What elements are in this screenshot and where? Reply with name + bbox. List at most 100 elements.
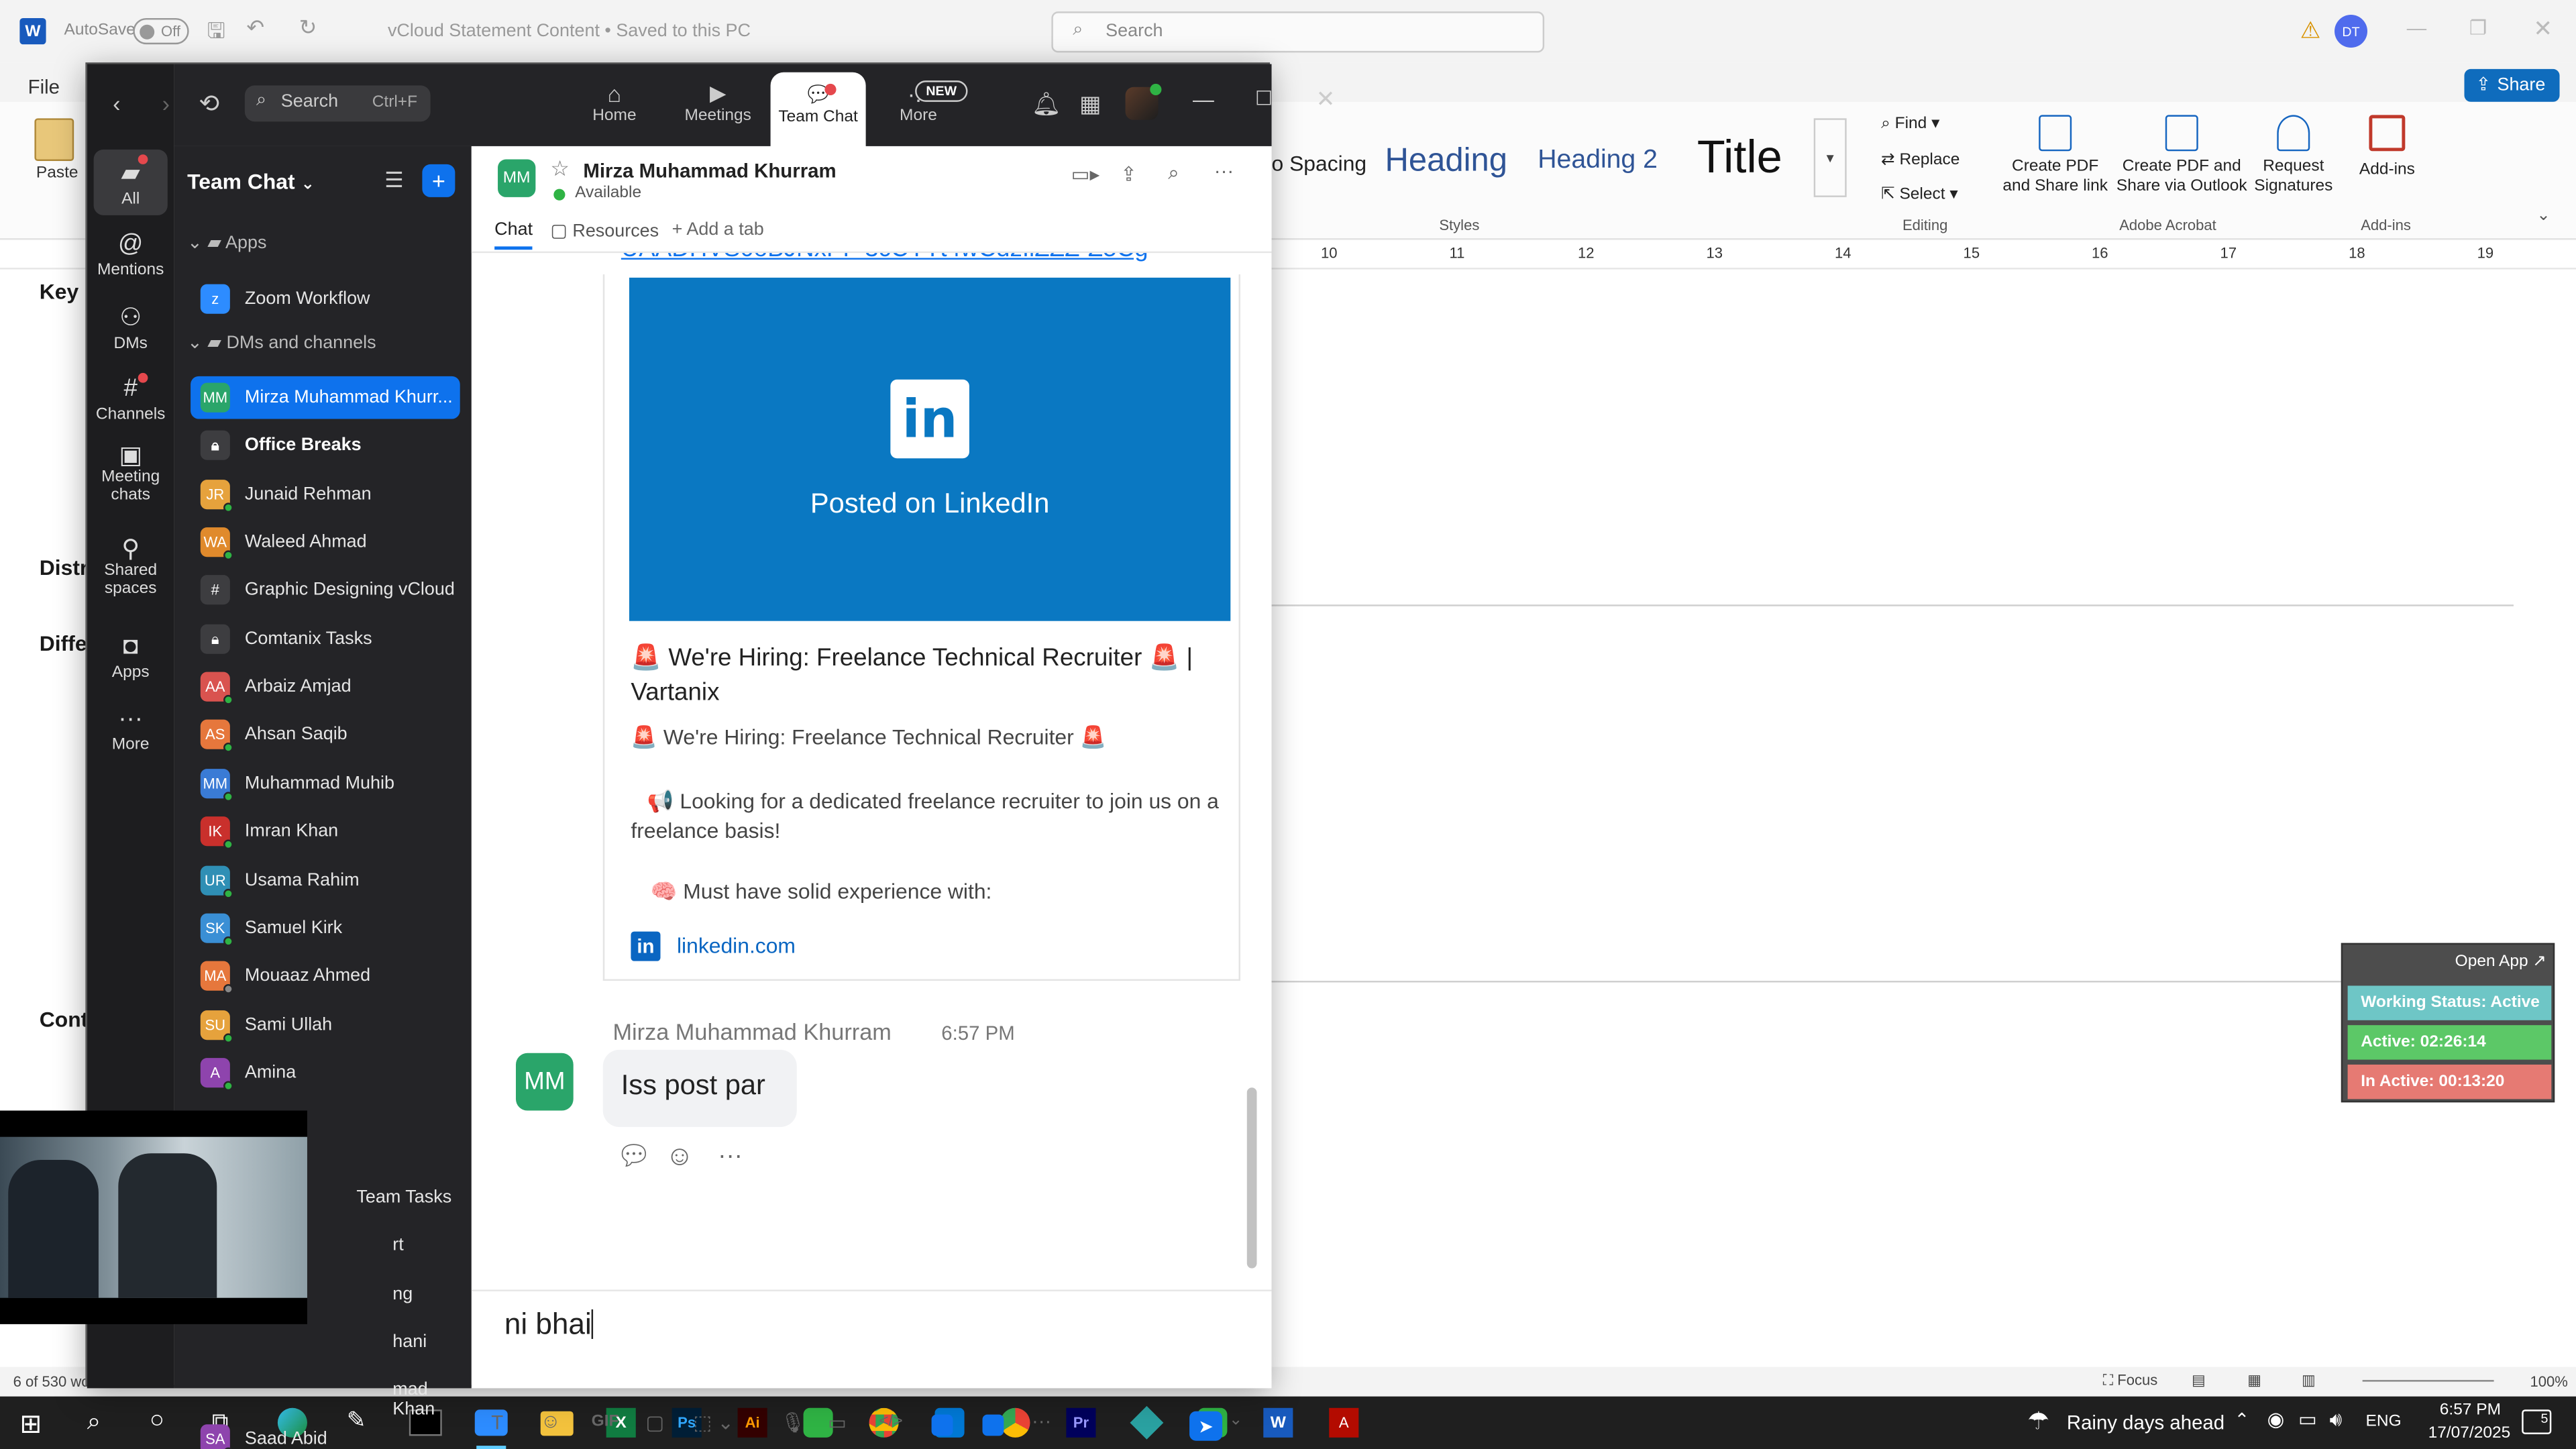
tray-expand-icon[interactable]: ⌃ [2235, 1409, 2250, 1431]
rail-item-mentions[interactable]: @ Mentions [87, 230, 174, 279]
sidebar-item-graphic-designing[interactable]: # Graphic Designing vCloud [191, 568, 460, 611]
word-search-box[interactable]: ⌕ Search [1051, 11, 1545, 53]
history-icon[interactable]: ⟲ [199, 89, 219, 119]
rail-item-shared-spaces[interactable]: ⚲ Shared spaces [87, 537, 174, 598]
taskbar-search-icon[interactable]: ⌕ [87, 1408, 101, 1436]
rail-item-all[interactable]: ▰ All [87, 158, 174, 209]
card-title[interactable]: 🚨 We're Hiring: Freelance Technical Recr… [631, 641, 1230, 710]
weather-icon[interactable]: ☂ [2027, 1406, 2049, 1436]
create-pdf-outlook-button[interactable]: Create PDF and Share via Outlook [2116, 115, 2247, 197]
zoom-slider[interactable] [2362, 1380, 2494, 1382]
maximize-icon[interactable]: ☐ [1255, 87, 1273, 110]
filter-icon[interactable]: ☰ [384, 168, 404, 194]
sidebar-item-muhib[interactable]: MM Muhammad Muhib [191, 762, 460, 805]
message-bubble[interactable]: Iss post par [602, 1049, 797, 1128]
warning-icon[interactable]: ⚠ [2300, 16, 2321, 44]
tab-chat[interactable]: Chat [494, 220, 533, 250]
sidebar-item-partial[interactable]: hani [392, 1332, 427, 1352]
cortana-icon[interactable]: ○ [150, 1406, 164, 1434]
sidebar-item-partial[interactable]: mad Khan [392, 1380, 472, 1419]
message-sender[interactable]: Mirza Muhammad Khurram [612, 1018, 891, 1044]
app-shortcut-icon[interactable] [931, 1414, 953, 1436]
styles-expand-button[interactable]: ▾ [1813, 118, 1847, 197]
calendar-icon[interactable]: ▦ [1079, 91, 1101, 119]
link-preview-card[interactable]: in Posted on LinkedIn 🚨 We're Hiring: Fr… [602, 274, 1240, 981]
minimize-icon[interactable]: — [2407, 16, 2426, 39]
sidebar-item-imran[interactable]: IK Imran Khan [191, 810, 460, 853]
search-icon[interactable]: ⌕ [1168, 161, 1179, 186]
sidebar-item-saad[interactable]: SA Saad Abid [191, 1417, 460, 1449]
clock-time[interactable]: 6:57 PM [2440, 1401, 2501, 1419]
more-tools-icon[interactable]: ··· [1032, 1409, 1051, 1432]
more-options-icon[interactable]: ··· [1214, 160, 1234, 182]
share-button[interactable]: ⇪ Share [2464, 68, 2560, 102]
sidebar-item-sami[interactable]: SU Sami Ullah [191, 1004, 460, 1046]
sidebar-item-usama[interactable]: UR Usama Rahim [191, 859, 460, 902]
undo-icon[interactable]: ↶ [246, 15, 264, 41]
print-layout-icon[interactable]: ▦ [2247, 1372, 2261, 1390]
emoji-icon[interactable]: ☺ [541, 1409, 561, 1432]
windows-start-icon[interactable]: ⊞ [19, 1408, 42, 1441]
find-button[interactable]: ⌕ Find ▾ [1881, 115, 1939, 133]
back-arrow-icon[interactable]: ‹ [103, 91, 129, 117]
user-avatar[interactable]: DT [2334, 15, 2368, 48]
style-heading2[interactable]: Heading 2 [1538, 146, 1658, 176]
clock-date[interactable]: 17/07/2025 [2428, 1424, 2511, 1442]
acrobat-icon[interactable]: A [1329, 1407, 1359, 1438]
section-apps[interactable]: ⌄ ▰ Apps [187, 231, 266, 253]
sidebar-item-comtanix[interactable]: 🔒︎ Comtanix Tasks [191, 618, 460, 661]
share-screen-icon[interactable]: ⇪ [1120, 162, 1137, 185]
reply-thread-icon[interactable]: 💬︎ [616, 1140, 651, 1173]
tab-meetings[interactable]: ▶︎ Meetings [678, 80, 757, 125]
code-snippet-icon[interactable]: </> [879, 1413, 902, 1431]
video-message-icon[interactable]: ▭ [828, 1411, 847, 1434]
zoom-level[interactable]: 100% [2530, 1373, 2567, 1389]
web-layout-icon[interactable]: ▥ [2302, 1372, 2316, 1390]
document-title[interactable]: vCloud Statement Content • Saved to this… [388, 21, 751, 41]
save-icon[interactable]: 🖫 [207, 16, 225, 52]
contact-name[interactable]: Mirza Muhammad Khurram [583, 160, 836, 182]
tab-home[interactable]: ⌂ Home [577, 80, 653, 125]
card-domain[interactable]: linkedin.com [677, 933, 796, 958]
tab-team-chat[interactable]: 💬︎ Team Chat [771, 80, 866, 127]
paste-label[interactable]: Paste [36, 164, 78, 182]
video-overlay[interactable] [0, 1110, 307, 1324]
tab-add[interactable]: + Add a tab [672, 220, 764, 239]
tray-app-icon[interactable]: ◉ [2267, 1408, 2285, 1431]
app-shortcut-icon[interactable] [982, 1414, 1004, 1436]
select-button[interactable]: ⇱ Select ▾ [1881, 186, 1958, 204]
open-app-button[interactable]: Open App ↗ [2455, 953, 2546, 971]
ribbon-collapse-icon[interactable]: ⌄ [2536, 207, 2551, 225]
paste-icon[interactable] [34, 118, 74, 162]
file-attach-icon[interactable]: ▢ [645, 1411, 664, 1434]
rail-item-apps[interactable]: ◘ Apps [87, 633, 174, 682]
zoom-search-box[interactable]: ⌕ Search Ctrl+F [244, 85, 431, 122]
language-indicator[interactable]: ENG [2366, 1413, 2402, 1431]
rail-item-more[interactable]: ··· More [87, 705, 174, 754]
new-chat-button[interactable]: + [422, 164, 455, 197]
sidebar-item-samuel[interactable]: SK Samuel Kirk [191, 907, 460, 950]
sidebar-item-partial[interactable]: ng [392, 1285, 413, 1304]
text-format-icon[interactable]: T [491, 1411, 503, 1434]
autosave-toggle[interactable]: Off [133, 17, 189, 45]
file-tab[interactable]: File [28, 76, 60, 99]
restore-icon[interactable]: ❐ [2469, 16, 2487, 39]
weather-text[interactable]: Rainy days ahead [2067, 1411, 2224, 1434]
sidebar-item-mouaaz[interactable]: MA Mouaaz Ahmed [191, 955, 460, 998]
close-icon[interactable]: ✕ [2533, 15, 2553, 43]
team-chat-title-dropdown[interactable]: Team Chat ⌄ [187, 169, 315, 194]
sidebar-item-junaid[interactable]: JR Junaid Rehman [191, 473, 460, 516]
sidebar-item-office-breaks[interactable]: 🔒︎ Office Breaks [191, 424, 460, 467]
microphone-icon[interactable]: 🎙︎ [780, 1411, 805, 1434]
sidebar-item-waleed[interactable]: WA Waleed Ahmad [191, 521, 460, 564]
redo-icon[interactable]: ↻ [299, 15, 317, 41]
send-button[interactable]: ➤ [1189, 1411, 1223, 1441]
tab-resources[interactable]: ▢ Resources [550, 220, 659, 241]
rail-item-dms[interactable]: ⚇ DMs [87, 303, 174, 353]
star-icon[interactable]: ☆ [550, 156, 570, 182]
volume-icon[interactable]: 🔊︎ [2330, 1408, 2343, 1433]
replace-button[interactable]: ⇄ Replace [1881, 151, 1960, 169]
style-heading1[interactable]: Heading 1 [1385, 143, 1517, 180]
add-reaction-icon[interactable]: ☺ [665, 1140, 694, 1173]
screenshot-icon[interactable]: ⬚ ⌄ [693, 1411, 734, 1434]
